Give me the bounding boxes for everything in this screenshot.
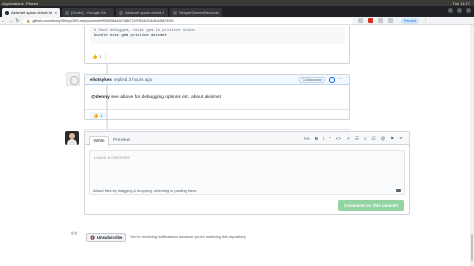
code-icon[interactable]: <>	[336, 136, 341, 142]
tab-preview[interactable]: Preview	[113, 138, 130, 143]
role-badge: Collaborator	[299, 77, 325, 83]
recorder-icon	[173, 10, 177, 15]
extension-icon[interactable]	[388, 18, 393, 23]
comment-meta[interactable]: replied 3 hours ago	[114, 77, 153, 82]
more-options-icon[interactable]: ···	[338, 76, 343, 82]
browser-tab[interactable]: SimpleScreenRecorder	[170, 8, 222, 17]
quote-icon[interactable]: “	[329, 136, 331, 142]
italic-icon[interactable]: I	[323, 136, 324, 142]
tab-title: Akismet spam check f	[125, 10, 164, 15]
form-tabs: Write Preview AA B I “ <> ↗ ☰ ≡ ☑ @ ⚑ ↶	[85, 132, 409, 146]
unsubscribe-label: Unsubscribe	[96, 235, 123, 240]
close-icon[interactable]: ×	[55, 10, 57, 15]
markdown-toolbar: AA B I “ <> ↗ ☰ ≡ ☑ @ ⚑ ↶	[304, 136, 403, 142]
extension-icon[interactable]	[378, 18, 383, 23]
reaction-button[interactable]: 👍 1	[90, 112, 107, 119]
github-icon	[5, 10, 9, 15]
bookmark-icon[interactable]: ⚑	[390, 136, 394, 142]
applications-menu[interactable]: Applications	[0, 1, 26, 6]
address-bar[interactable]: 🔒 github.com/denny/ShinyCMS-ruby/commit/…	[23, 17, 353, 24]
link-icon[interactable]: ↗	[346, 136, 350, 142]
comment-textarea[interactable]: Leave a comment	[89, 150, 405, 188]
mute-icon: 🔇	[90, 235, 95, 240]
browser-toolbar: ← → ↻ 🔒 github.com/denny/ShinyCMS-ruby/c…	[0, 17, 474, 25]
heading-icon[interactable]: AA	[304, 136, 310, 142]
comment-header: eliotsykes replied 3 hours ago Collabora…	[85, 75, 349, 85]
attach-text: Attach files by dragging & dropping, sel…	[93, 188, 198, 193]
comment-text: see above for debugging options etc. abo…	[109, 95, 222, 100]
markdown-icon[interactable]	[396, 189, 401, 192]
avatar[interactable]	[65, 131, 79, 145]
maximize-icon[interactable]	[457, 8, 462, 13]
screen: Applications Places Tue 11:17 Akismet sp…	[0, 0, 474, 266]
forward-icon[interactable]: →	[7, 18, 14, 24]
comment-reactions: 👍 1	[85, 109, 349, 120]
back-icon[interactable]: ←	[0, 18, 7, 24]
thumbs-up-icon: 👍	[93, 112, 99, 118]
textarea-placeholder: Leave a comment	[94, 155, 130, 160]
tab-title: Akismet spam check for lo	[11, 10, 52, 15]
unsubscribe-button[interactable]: 🔇 Unsubscribe	[86, 233, 126, 242]
divider	[84, 129, 350, 130]
user-mention[interactable]: @denny	[91, 95, 110, 100]
attach-files-bar[interactable]: Attach files by dragging & dropping, sel…	[89, 187, 405, 195]
comment: eliotsykes replied 3 hours ago Collabora…	[84, 74, 350, 120]
notifications-icon: ((•))	[70, 231, 78, 235]
avatar[interactable]	[66, 72, 80, 86]
browser-tab-active[interactable]: Akismet spam check for lo ×	[2, 8, 60, 17]
thumbs-up-icon: 👍	[92, 53, 98, 59]
code-block: # Once debugged, reset gem to pristine s…	[90, 27, 345, 44]
drive-icon	[65, 10, 69, 15]
url-text: github.com/denny/ShinyCMS-ruby/commit/9f…	[32, 18, 174, 23]
new-comment-form: Write Preview AA B I “ <> ↗ ☰ ≡ ☑ @ ⚑ ↶ …	[84, 131, 410, 215]
tab-title: SimpleScreenRecorder	[179, 10, 219, 15]
lock-icon: 🔒	[26, 18, 31, 23]
minimize-icon[interactable]	[448, 8, 453, 13]
comment-author[interactable]: eliotsykes	[90, 77, 112, 82]
browser-tab-strip: Akismet spam check for lo × [Order] - Go…	[0, 6, 474, 17]
scrollbar[interactable]	[470, 25, 474, 266]
profile-label: Paused	[404, 18, 417, 23]
notification-reason: You’re receiving notifications because y…	[130, 235, 247, 239]
ordered-list-icon[interactable]: ≡	[364, 136, 367, 142]
reload-icon[interactable]: ↻	[14, 18, 21, 24]
add-reaction-icon[interactable]	[329, 77, 335, 83]
browser-menu-icon[interactable]: ⋮	[423, 18, 428, 24]
code-command-line: bundle exec gem pristine akismet	[94, 34, 167, 38]
reply-icon[interactable]: ↶	[399, 136, 403, 142]
tab-write[interactable]: Write	[89, 136, 109, 146]
task-list-icon[interactable]: ☑	[372, 136, 376, 142]
window-controls	[448, 8, 471, 13]
clock: Tue 11:17	[452, 0, 470, 6]
places-menu[interactable]: Places	[26, 1, 38, 6]
scrollbar-thumb[interactable]	[471, 234, 473, 261]
comment-body: @denny see above for debugging options e…	[91, 95, 221, 100]
close-window-icon[interactable]	[466, 8, 471, 13]
browser-tab[interactable]: Akismet spam check f	[116, 8, 168, 17]
tab-title: [Order] - Google Dri	[71, 10, 107, 15]
profile-button[interactable]: Paused	[401, 17, 420, 24]
browser-tab[interactable]: [Order] - Google Dri	[62, 8, 114, 17]
extension-icon[interactable]	[358, 18, 363, 23]
unordered-list-icon[interactable]: ☰	[355, 136, 359, 142]
github-icon	[119, 10, 123, 15]
bold-icon[interactable]: B	[315, 136, 318, 142]
reaction-count: 1	[99, 54, 102, 59]
reaction-button[interactable]: 👍 1	[89, 53, 106, 60]
submit-label: Comment on this commit	[343, 203, 398, 208]
reaction-count: 1	[100, 113, 103, 118]
extension-icon[interactable]	[368, 18, 373, 23]
mention-icon[interactable]: @	[381, 136, 386, 142]
submit-comment-button[interactable]: Comment on this commit	[338, 200, 404, 211]
